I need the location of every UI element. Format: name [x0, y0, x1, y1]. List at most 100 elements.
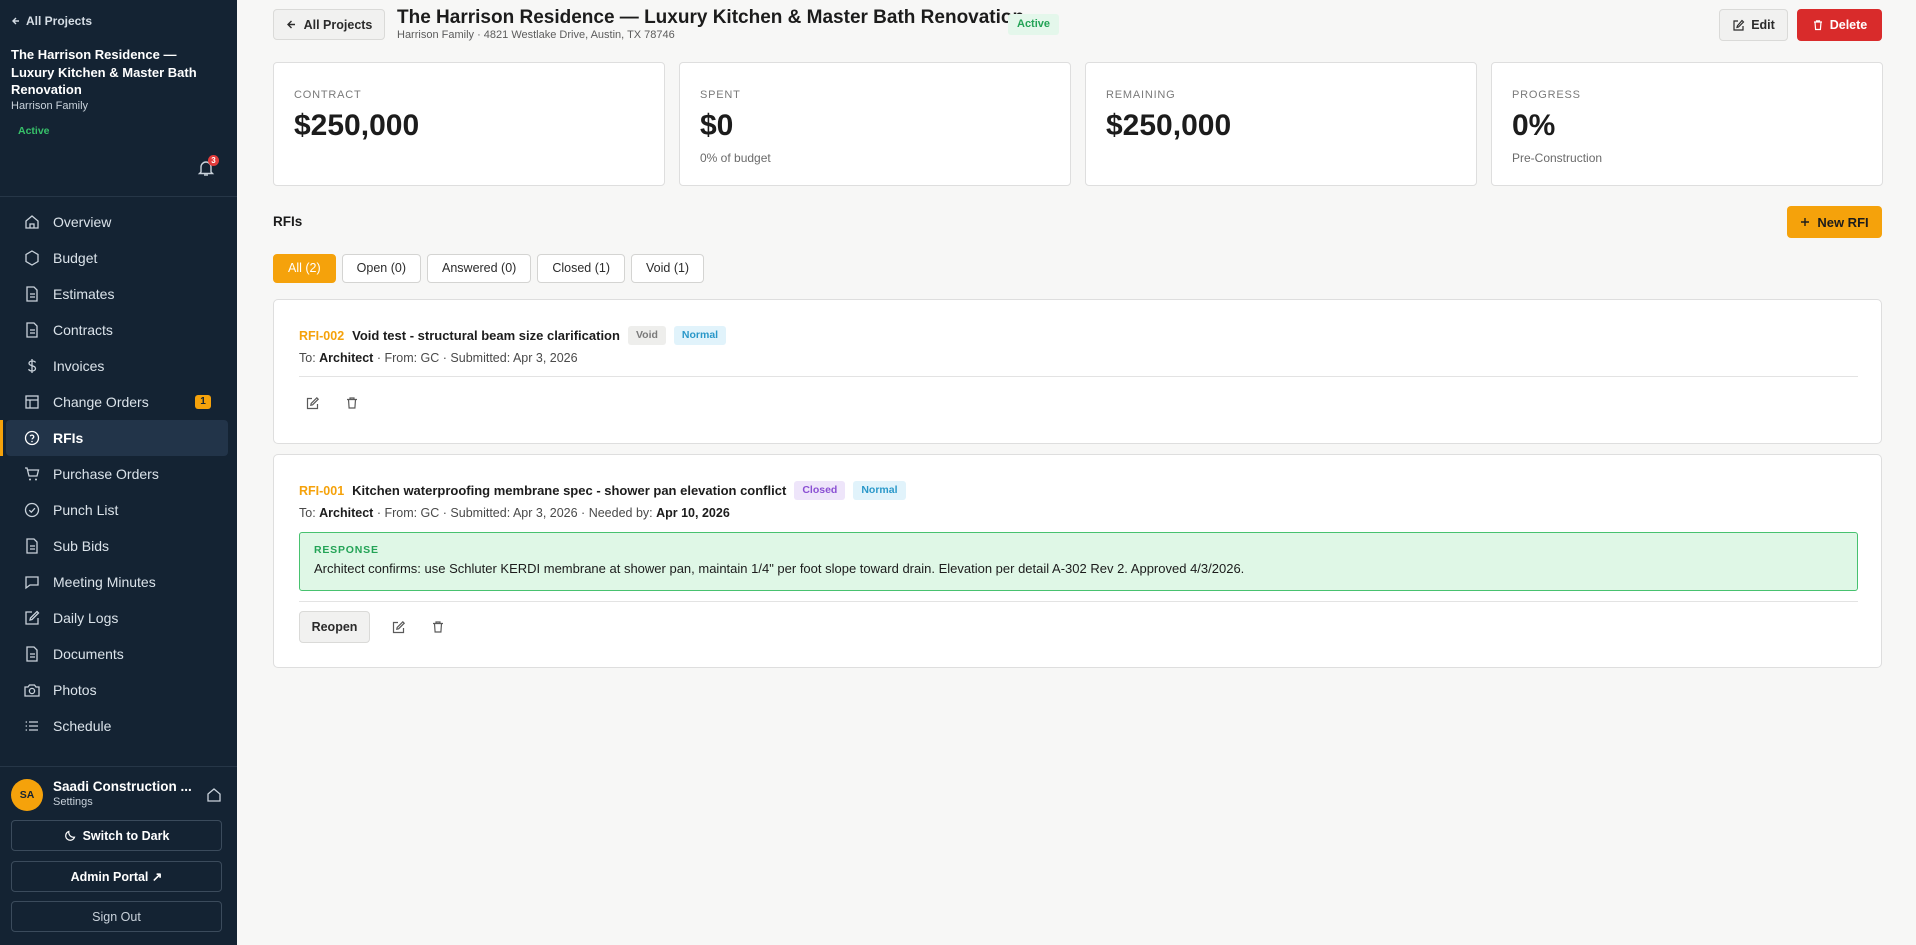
rfi-status-badge: Closed — [794, 481, 846, 500]
sidebar-item-label: Documents — [53, 646, 124, 662]
list-icon — [25, 721, 38, 731]
edit-icon — [1733, 19, 1745, 31]
sidebar-item-budget[interactable]: Budget — [6, 240, 228, 276]
edit-rfi-button[interactable] — [385, 614, 411, 640]
home-icon — [25, 215, 39, 229]
notifications-button[interactable]: 3 — [196, 155, 219, 178]
sidebar-item-meeting-minutes[interactable]: Meeting Minutes — [6, 564, 228, 600]
rfi-priority-badge: Normal — [853, 481, 906, 500]
edit-rfi-button[interactable] — [299, 390, 325, 416]
sidebar-item-label: Overview — [53, 214, 112, 230]
tab-closed[interactable]: Closed (1) — [537, 254, 626, 283]
sidebar-item-sub-bids[interactable]: Sub Bids — [6, 528, 228, 564]
delete-button[interactable]: Delete — [1797, 9, 1882, 41]
sign-out-button[interactable]: Sign Out — [11, 901, 222, 932]
stat-subtext: Pre-Construction — [1512, 151, 1603, 165]
sidebar-item-label: Purchase Orders — [53, 466, 159, 482]
sidebar-status: Active — [18, 125, 50, 137]
rfi-meta-details: · From: GC · Submitted: Apr 3, 2026 · Ne… — [373, 506, 657, 520]
rfi-number: RFI-001 — [299, 483, 345, 498]
edit-icon — [306, 396, 319, 409]
delete-rfi-button[interactable] — [425, 614, 451, 640]
help-circle-icon — [24, 430, 40, 446]
sidebar-item-invoices[interactable]: Invoices — [6, 348, 228, 384]
delete-rfi-button[interactable] — [339, 390, 365, 416]
sidebar-item-schedule[interactable]: Schedule — [6, 708, 228, 744]
rfi-divider — [299, 376, 1858, 377]
tab-void[interactable]: Void (1) — [631, 254, 705, 283]
tab-open[interactable]: Open (0) — [341, 254, 421, 283]
admin-portal-button[interactable]: Admin Portal ↗ — [11, 861, 222, 892]
sidebar-item-change-orders[interactable]: Change Orders 1 — [6, 384, 228, 420]
arrow-left-icon — [12, 17, 19, 25]
back-link-label: All Projects — [26, 14, 93, 28]
organization-name[interactable]: Saadi Construction ... — [53, 779, 193, 794]
rfi-subject: Void test - structural beam size clarifi… — [352, 328, 620, 343]
stat-card-progress: PROGRESS 0% Pre-Construction — [1491, 62, 1883, 186]
delete-label: Delete — [1829, 18, 1868, 32]
sidebar-item-daily-logs[interactable]: Daily Logs — [6, 600, 228, 636]
stat-value: $250,000 — [1106, 109, 1232, 142]
sidebar-divider — [0, 196, 237, 197]
sidebar-item-purchase-orders[interactable]: Purchase Orders — [6, 456, 228, 492]
sidebar-item-label: Schedule — [53, 718, 112, 734]
rfi-filter-tabs: All (2) Open (0) Answered (0) Closed (1)… — [273, 254, 705, 283]
chat-icon — [25, 576, 39, 590]
stat-label: CONTRACT — [294, 89, 362, 101]
rfi-needed-by: Apr 10, 2026 — [656, 506, 730, 520]
home-button[interactable] — [206, 787, 222, 803]
sidebar-item-punch-list[interactable]: Punch List — [6, 492, 228, 528]
settings-link[interactable]: Settings — [53, 796, 93, 808]
page-title: The Harrison Residence — Luxury Kitchen … — [397, 7, 1025, 28]
change-orders-count-badge: 1 — [195, 395, 211, 409]
avatar[interactable]: SA — [11, 779, 43, 811]
edit-icon — [25, 610, 40, 625]
stat-label: SPENT — [700, 89, 741, 101]
reopen-button[interactable]: Reopen — [299, 611, 370, 643]
sidebar-item-label: Meeting Minutes — [53, 574, 156, 590]
page-subtitle: Harrison Family · 4821 Westlake Drive, A… — [397, 29, 675, 41]
rfi-meta-details: · From: GC · Submitted: Apr 3, 2026 — [373, 351, 578, 365]
stat-label: PROGRESS — [1512, 89, 1581, 101]
sidebar-item-label: Photos — [53, 682, 97, 698]
sidebar-client-name: Harrison Family — [11, 100, 89, 112]
rfi-recipient: Architect — [319, 506, 374, 520]
rfi-status-badge: Void — [627, 326, 666, 345]
edit-button[interactable]: Edit — [1719, 9, 1788, 41]
sidebar-item-label: Punch List — [53, 502, 119, 518]
sidebar-item-overview[interactable]: Overview — [6, 204, 228, 240]
sidebar-item-label: Contracts — [53, 322, 113, 338]
back-to-projects-link[interactable]: All Projects — [11, 14, 92, 28]
sidebar-item-contracts[interactable]: Contracts — [6, 312, 228, 348]
edit-icon — [392, 620, 405, 633]
stat-value: 0% — [1512, 109, 1556, 142]
sidebar-item-rfis[interactable]: RFIs — [0, 420, 228, 456]
response-label: RESPONSE — [314, 544, 379, 556]
file-icon — [26, 322, 38, 338]
tab-all[interactable]: All (2) — [273, 254, 336, 283]
sidebar-item-label: Daily Logs — [53, 610, 119, 626]
file-icon — [26, 538, 38, 554]
sign-out-label: Sign Out — [92, 909, 141, 924]
edit-label: Edit — [1751, 18, 1775, 32]
all-projects-button[interactable]: All Projects — [273, 9, 385, 40]
sidebar-item-estimates[interactable]: Estimates — [6, 276, 228, 312]
stat-value: $250,000 — [294, 109, 420, 142]
rfi-meta: To: Architect · From: GC · Submitted: Ap… — [299, 351, 578, 365]
tab-answered[interactable]: Answered (0) — [427, 254, 532, 283]
sidebar-item-documents[interactable]: Documents — [6, 636, 228, 672]
switch-theme-button[interactable]: Switch to Dark — [11, 820, 222, 851]
stat-value: $0 — [700, 109, 734, 142]
switch-theme-label: Switch to Dark — [82, 828, 170, 843]
sidebar-item-label: Change Orders — [53, 394, 149, 410]
rfi-card: RFI-002 Void test - structural beam size… — [273, 299, 1882, 444]
check-circle-icon — [24, 502, 40, 518]
cart-icon — [25, 467, 40, 481]
rfi-number: RFI-002 — [299, 328, 345, 343]
plus-icon — [1801, 218, 1810, 226]
sidebar-item-photos[interactable]: Photos — [6, 672, 228, 708]
rfi-to-prefix: To: — [299, 351, 320, 365]
home-icon — [207, 788, 221, 802]
new-rfi-button[interactable]: New RFI — [1787, 206, 1882, 238]
sidebar: All Projects The Harrison Residence — Lu… — [0, 0, 237, 945]
